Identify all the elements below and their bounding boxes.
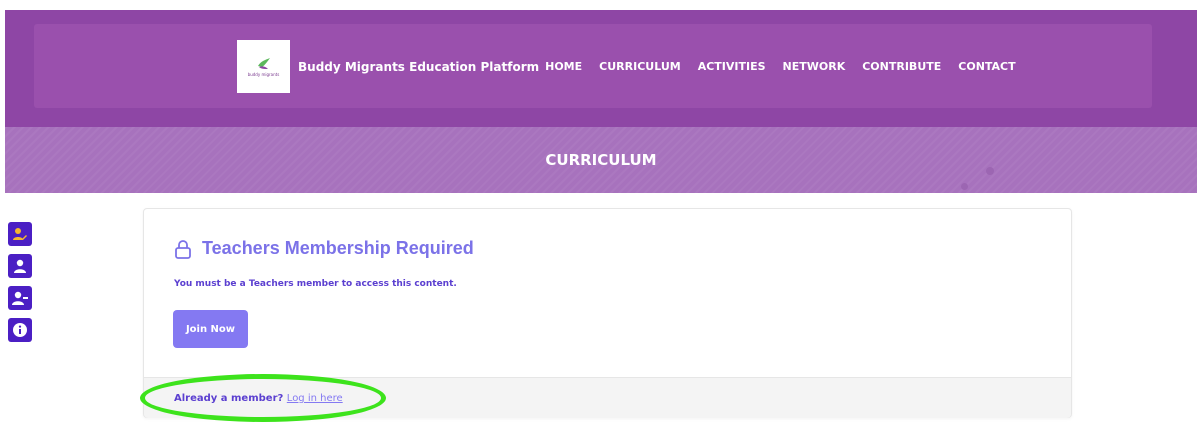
lock-icon	[175, 239, 191, 259]
bird-logo-icon	[257, 57, 270, 69]
side-button-profile[interactable]	[8, 254, 32, 278]
site-logo[interactable]: buddy migrants	[237, 40, 290, 93]
user-icon	[14, 259, 26, 273]
decor-dot	[961, 183, 968, 190]
card-message: You must be a Teachers member to access …	[174, 279, 457, 289]
login-link[interactable]: Log in here	[287, 393, 343, 404]
nav-curriculum[interactable]: CURRICULUM	[599, 60, 681, 73]
info-icon	[13, 323, 27, 337]
card-heading: Teachers Membership Required	[174, 238, 474, 259]
nav-links: HOME CURRICULUM ACTIVITIES NETWORK CONTR…	[545, 60, 1016, 73]
side-button-logout[interactable]	[8, 286, 32, 310]
nav-contact[interactable]: CONTACT	[958, 60, 1015, 73]
nav-home[interactable]: HOME	[545, 60, 582, 73]
logo-text: buddy migrants	[247, 71, 280, 77]
login-prompt-text: Already a member?	[174, 393, 284, 404]
side-button-edit-profile[interactable]	[8, 222, 32, 246]
site-title[interactable]: Buddy Migrants Education Platform	[298, 60, 539, 74]
decor-dot	[986, 167, 994, 175]
side-button-info[interactable]	[8, 318, 32, 342]
card-footer: Already a member? Log in here	[144, 377, 1071, 418]
membership-card: Teachers Membership Required You must be…	[143, 208, 1072, 418]
nav-network[interactable]: NETWORK	[783, 60, 846, 73]
side-toolbar	[8, 222, 32, 350]
page-banner: CURRICULUM	[5, 127, 1197, 193]
user-minus-icon	[12, 291, 28, 305]
login-prompt: Already a member? Log in here	[174, 393, 343, 404]
nav-inner: buddy migrants Buddy Migrants Education …	[237, 40, 1016, 93]
page-title: CURRICULUM	[545, 151, 657, 169]
nav-activities[interactable]: ACTIVITIES	[698, 60, 766, 73]
nav-contribute[interactable]: CONTRIBUTE	[862, 60, 941, 73]
card-title: Teachers Membership Required	[202, 238, 474, 258]
join-now-button[interactable]: Join Now	[173, 310, 248, 348]
user-edit-icon	[13, 228, 27, 240]
